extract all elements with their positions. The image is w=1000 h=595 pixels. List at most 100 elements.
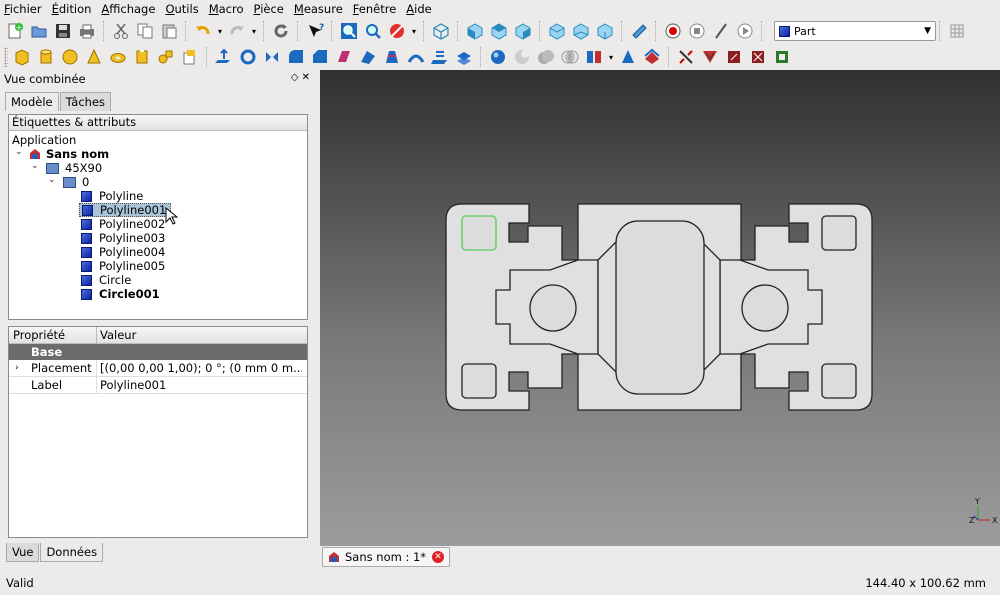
fuse-icon[interactable] — [535, 46, 557, 68]
revolve-icon[interactable] — [237, 46, 259, 68]
macro-edit-icon[interactable] — [710, 20, 732, 42]
split-icon[interactable] — [583, 46, 605, 68]
toolbar-grip[interactable] — [4, 47, 8, 67]
split-dropdown-icon[interactable]: ▾ — [607, 46, 615, 68]
measure-distance-icon[interactable] — [628, 20, 650, 42]
right-view-icon[interactable] — [512, 20, 534, 42]
tree-document[interactable]: Sans nom — [29, 147, 109, 161]
extrude-icon[interactable] — [213, 46, 235, 68]
paste-icon[interactable] — [158, 20, 180, 42]
workbench-selector[interactable]: Part ▼ — [774, 21, 936, 41]
grid-icon[interactable] — [946, 20, 968, 42]
expand-arrow-icon[interactable]: › — [15, 360, 19, 376]
expand-arrow-icon[interactable]: ⌄ — [48, 175, 56, 185]
mirror-icon[interactable] — [261, 46, 283, 68]
tree-item-circle[interactable]: Circle — [81, 273, 131, 287]
tree-group-45x90[interactable]: 45X90 — [46, 161, 102, 175]
cylinder-icon[interactable] — [35, 46, 57, 68]
common-icon[interactable] — [559, 46, 581, 68]
property-value[interactable]: [(0,00 0,00 1,00); 0 °; (0 mm 0 m... — [97, 360, 302, 376]
property-row-label[interactable]: Label Polyline001 — [9, 377, 307, 394]
macro-stop-icon[interactable] — [686, 20, 708, 42]
tab-taches[interactable]: Tâches — [59, 92, 112, 111]
undo-dropdown-icon[interactable]: ▾ — [216, 20, 224, 42]
tree-item-polyline[interactable]: Polyline — [81, 189, 143, 203]
menu-affichage[interactable]: Affichage — [101, 2, 155, 16]
property-group-base[interactable]: Base — [9, 344, 307, 360]
sweep-icon[interactable] — [405, 46, 427, 68]
close-icon[interactable]: ✕ — [432, 551, 445, 563]
tab-donnees[interactable]: Données — [40, 543, 104, 562]
loft-icon[interactable] — [381, 46, 403, 68]
measure-linear-icon[interactable] — [675, 46, 697, 68]
tree-item-polyline004[interactable]: Polyline004 — [81, 245, 165, 259]
tree-item-circle001[interactable]: Circle001 — [81, 287, 160, 301]
menu-edition[interactable]: Édition — [52, 2, 92, 16]
box-icon[interactable] — [11, 46, 33, 68]
refresh-icon[interactable] — [270, 20, 292, 42]
shape-builder-icon[interactable] — [179, 46, 201, 68]
bottom-view-icon[interactable] — [570, 20, 592, 42]
property-row-placement[interactable]: › Placement [(0,00 0,00 1,00); 0 °; (0 m… — [9, 360, 307, 377]
menu-measure[interactable]: Measure — [294, 2, 343, 16]
expand-arrow-icon[interactable]: ⌄ — [15, 147, 23, 157]
3d-viewport[interactable]: Y X Z — [320, 70, 1000, 546]
cut-icon[interactable] — [110, 20, 132, 42]
property-value[interactable]: Polyline001 — [97, 377, 302, 393]
primitives-icon[interactable] — [155, 46, 177, 68]
measure-refresh-icon[interactable] — [723, 46, 745, 68]
torus-icon[interactable] — [107, 46, 129, 68]
cut-boolean-icon[interactable] — [511, 46, 533, 68]
expand-arrow-icon[interactable]: ⌄ — [31, 161, 39, 171]
print-icon[interactable] — [76, 20, 98, 42]
undo-icon[interactable] — [192, 20, 214, 42]
document-tab[interactable]: Sans nom : 1* ✕ — [322, 547, 451, 567]
front-view-icon[interactable] — [464, 20, 486, 42]
measure-angular-icon[interactable] — [699, 46, 721, 68]
tab-modele[interactable]: Modèle — [5, 92, 59, 111]
draw-style-dropdown-icon[interactable]: ▾ — [410, 20, 418, 42]
menu-aide[interactable]: Aide — [406, 2, 431, 16]
macro-run-icon[interactable] — [734, 20, 756, 42]
macro-record-icon[interactable] — [662, 20, 684, 42]
menu-outils[interactable]: Outils — [165, 2, 198, 16]
draw-style-icon[interactable] — [386, 20, 408, 42]
boolean-icon[interactable] — [487, 46, 509, 68]
tree-group-0[interactable]: 0 — [63, 175, 89, 189]
make-face-icon[interactable] — [333, 46, 355, 68]
compound-icon[interactable] — [617, 46, 639, 68]
left-view-icon[interactable] — [594, 20, 616, 42]
fit-all-icon[interactable] — [338, 20, 360, 42]
redo-icon[interactable] — [226, 20, 248, 42]
top-view-icon[interactable] — [488, 20, 510, 42]
cone-icon[interactable] — [83, 46, 105, 68]
menu-fenetre[interactable]: Fenêtre — [353, 2, 397, 16]
menu-macro[interactable]: Macro — [209, 2, 244, 16]
new-document-icon[interactable]: + — [4, 20, 26, 42]
menu-fichier[interactable]: Fichier — [4, 2, 42, 16]
measure-toggle-icon[interactable] — [771, 46, 793, 68]
tab-vue[interactable]: Vue — [6, 543, 40, 562]
open-icon[interactable] — [28, 20, 50, 42]
fit-selection-icon[interactable] — [362, 20, 384, 42]
tree-item-polyline003[interactable]: Polyline003 — [81, 231, 165, 245]
isometric-view-icon[interactable] — [430, 20, 452, 42]
copy-icon[interactable] — [134, 20, 156, 42]
chamfer-icon[interactable] — [309, 46, 331, 68]
tube-icon[interactable] — [131, 46, 153, 68]
tree-item-polyline005[interactable]: Polyline005 — [81, 259, 165, 273]
measure-clear-icon[interactable] — [747, 46, 769, 68]
tree-item-polyline002[interactable]: Polyline002 — [81, 217, 165, 231]
section-icon[interactable] — [429, 46, 451, 68]
redo-dropdown-icon[interactable]: ▾ — [250, 20, 258, 42]
fillet-icon[interactable] — [285, 46, 307, 68]
rear-view-icon[interactable] — [546, 20, 568, 42]
sphere-icon[interactable] — [59, 46, 81, 68]
thickness-icon[interactable] — [641, 46, 663, 68]
tree-item-polyline001[interactable]: Polyline001 — [79, 203, 172, 217]
panel-controls[interactable]: ◇ ✕ — [291, 72, 310, 83]
whats-this-icon[interactable]: ? — [304, 20, 326, 42]
ruled-surface-icon[interactable] — [357, 46, 379, 68]
offset-icon[interactable] — [453, 46, 475, 68]
menu-piece[interactable]: Pièce — [254, 2, 284, 16]
